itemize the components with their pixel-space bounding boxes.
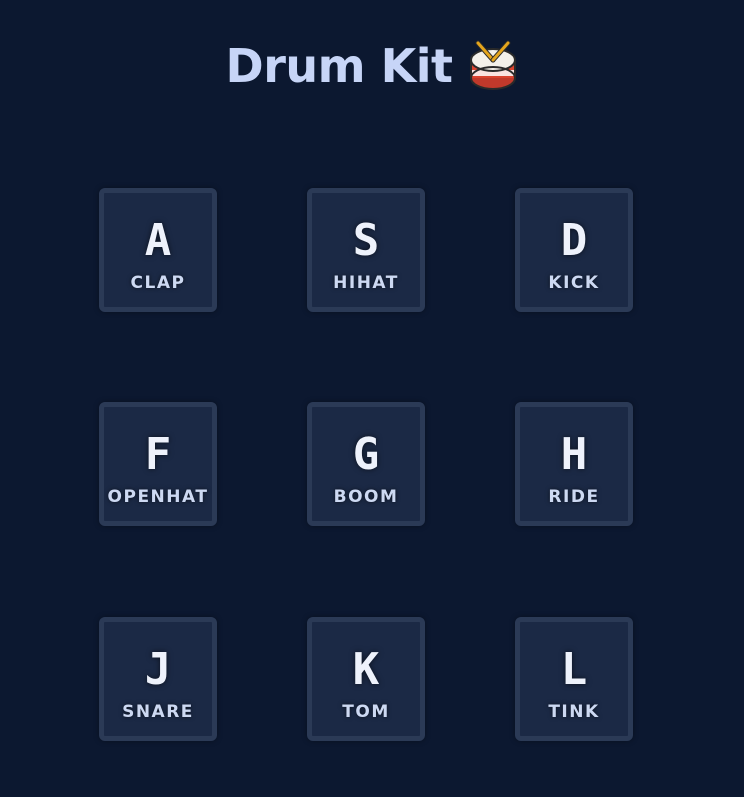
pad-sound-label: BOOM	[333, 487, 399, 507]
pad-sound-label: HIHAT	[333, 273, 399, 293]
drum-pad-l[interactable]: L TINK	[515, 617, 633, 741]
drum-pad-s[interactable]: S HIHAT	[307, 188, 425, 312]
pad-sound-label: TINK	[548, 702, 600, 722]
pad-sound-label: KICK	[548, 273, 600, 293]
drum-pad-h[interactable]: H RIDE	[515, 402, 633, 526]
pad-key: S	[352, 215, 380, 266]
pad-key: F	[144, 429, 172, 480]
pad-key: H	[560, 429, 588, 480]
pad-key: K	[352, 644, 380, 695]
pad-sound-label: CLAP	[130, 273, 186, 293]
header: Drum Kit	[0, 36, 744, 96]
drum-pad-j[interactable]: J SNARE	[99, 617, 217, 741]
drum-pad-a[interactable]: A CLAP	[99, 188, 217, 312]
pad-key: G	[352, 429, 380, 480]
pad-sound-label: RIDE	[548, 487, 600, 507]
pad-key: A	[144, 215, 172, 266]
pad-sound-label: TOM	[342, 702, 390, 722]
drum-icon	[468, 40, 518, 92]
page-title: Drum Kit	[225, 39, 453, 93]
pad-sound-label: OPENHAT	[107, 487, 209, 507]
pad-key: D	[560, 215, 588, 266]
drum-pad-g[interactable]: G BOOM	[307, 402, 425, 526]
pad-key: L	[560, 644, 588, 695]
pad-sound-label: SNARE	[122, 702, 194, 722]
drum-pad-k[interactable]: K TOM	[307, 617, 425, 741]
drum-pad-d[interactable]: D KICK	[515, 188, 633, 312]
drum-pad-f[interactable]: F OPENHAT	[99, 402, 217, 526]
pad-key: J	[144, 644, 172, 695]
